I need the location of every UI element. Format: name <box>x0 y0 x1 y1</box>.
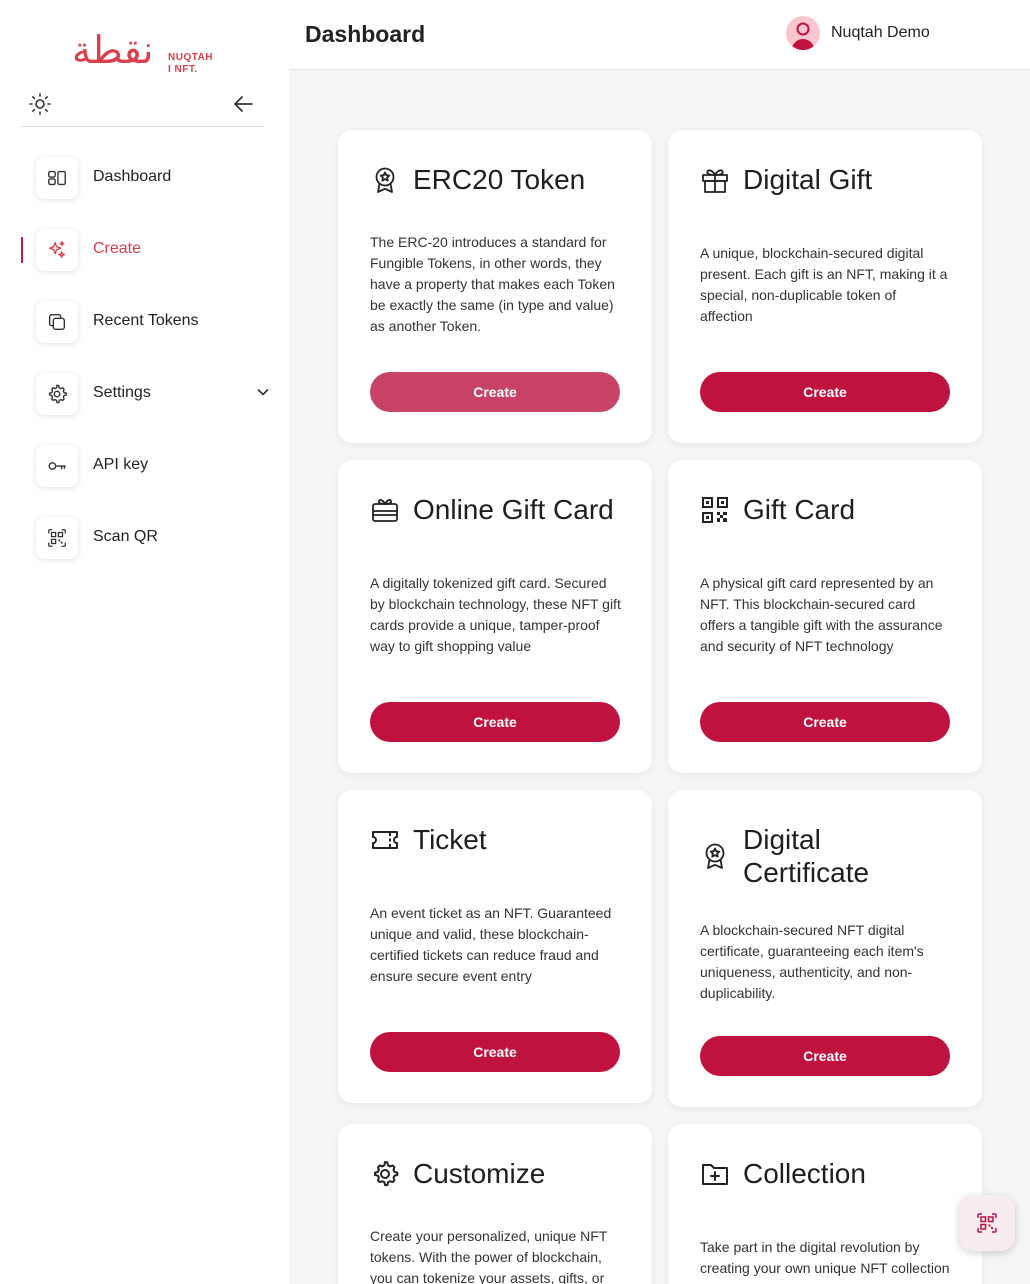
card-title: Customize <box>413 1158 546 1189</box>
card-header: Ticket <box>370 823 632 856</box>
key-icon <box>48 462 66 470</box>
sidebar-item-scan-qr[interactable]: Scan QR <box>0 516 289 560</box>
card-digital-gift: Digital Gift A unique, blockchain-secure… <box>668 130 982 443</box>
user-menu[interactable]: Nuqtah Demo <box>786 15 930 51</box>
brand-line2: I NFT. <box>168 64 198 75</box>
avatar <box>786 16 820 50</box>
card-title: Gift Card <box>743 494 856 525</box>
card-ticket: Ticket An event ticket as an NFT. Guaran… <box>338 790 652 1103</box>
sidebar-item-label: Settings <box>93 384 151 401</box>
card-header: Collection <box>700 1157 962 1190</box>
card-gift-card: Gift Card A physical gift card represent… <box>668 460 982 773</box>
card-customize: Customize Create your personalized, uniq… <box>338 1124 652 1284</box>
user-icon <box>791 22 815 50</box>
brand-latin: NUQTAH I NFT. <box>168 52 213 76</box>
create-button[interactable]: Create <box>370 1032 620 1072</box>
card-header: Digital Gift <box>700 163 962 196</box>
sidebar-item-create[interactable]: Create <box>0 228 289 272</box>
qr-scan-icon <box>48 529 66 547</box>
card-header: ERC20 Token <box>370 163 632 196</box>
sidebar-item-recent-tokens[interactable]: Recent Tokens <box>0 300 289 344</box>
card-title: Digital Certificate <box>743 824 870 888</box>
card-description: A blockchain-secured NFT digital certifi… <box>700 922 924 1001</box>
card-online-gift-card: Online Gift Card A digitally tokenized g… <box>338 460 652 773</box>
gift-icon <box>700 165 730 195</box>
sidebar-item-label: Dashboard <box>93 168 172 185</box>
card-header: Online Gift Card <box>370 493 632 526</box>
card-title: Ticket <box>413 824 487 855</box>
nav-icon-box <box>36 229 78 271</box>
card-description: Create your personalized, unique NFT tok… <box>370 1228 608 1284</box>
user-name: Nuqtah Demo <box>831 24 930 41</box>
create-button[interactable]: Create <box>700 372 950 412</box>
card-description: Take part in the digital revolution by c… <box>700 1239 950 1276</box>
card-header: Gift Card <box>700 493 962 526</box>
copy-icon <box>48 313 66 331</box>
nav-icon-box <box>36 301 78 343</box>
sidebar-item-label: API key <box>93 456 149 473</box>
sidebar-item-label: Recent Tokens <box>93 312 199 329</box>
card-description: The ERC-20 introduces a standard for Fun… <box>370 234 615 334</box>
certificate-icon <box>700 841 730 871</box>
card-description: A digitally tokenized gift card. Secured… <box>370 575 621 654</box>
card-title: Collection <box>743 1158 866 1189</box>
card-title: Online Gift Card <box>413 494 614 525</box>
gear-icon <box>48 384 67 404</box>
chevron-down-icon[interactable] <box>255 384 271 400</box>
sidebar-tools <box>20 88 265 127</box>
nav-icon-box <box>36 517 78 559</box>
sidebar: نقطة NUQTAH I NFT. Dashboard Create Rece… <box>0 0 289 1284</box>
brand-line1: NUQTAH <box>168 52 214 63</box>
page-title: Dashboard <box>305 21 426 47</box>
nav-icon-box <box>36 445 78 487</box>
create-button[interactable]: Create <box>700 1036 950 1076</box>
sidebar-item-api-key[interactable]: API key <box>0 444 289 488</box>
sun-icon[interactable] <box>28 92 52 116</box>
qr-code-icon <box>700 495 730 525</box>
arrow-left-icon[interactable] <box>232 92 256 116</box>
card-title: ERC20 Token <box>413 164 586 195</box>
qr-scan-icon <box>977 1213 997 1233</box>
create-button[interactable]: Create <box>370 702 620 742</box>
ticket-icon <box>370 825 400 855</box>
top-header: Dashboard Nuqtah Demo <box>289 0 1030 70</box>
card-description: An event ticket as an NFT. Guaranteed un… <box>370 905 612 984</box>
sidebar-item-label: Scan QR <box>93 528 158 545</box>
card-description: A physical gift card represented by an N… <box>700 575 943 654</box>
gift-card-icon <box>370 495 400 525</box>
active-indicator <box>21 237 23 263</box>
scan-qr-fab[interactable] <box>959 1195 1015 1251</box>
brand-logo[interactable]: نقطة NUQTAH I NFT. <box>72 22 213 86</box>
dashboard-icon <box>48 170 66 186</box>
card-description: A unique, blockchain-secured digital pre… <box>700 245 948 324</box>
sidebar-item-dashboard[interactable]: Dashboard <box>0 156 289 200</box>
create-button[interactable]: Create <box>700 702 950 742</box>
brand-arabic: نقطة <box>72 28 154 72</box>
card-header: Digital Certificate <box>700 823 940 889</box>
card-header: Customize <box>370 1157 632 1190</box>
card-erc20-token: ERC20 Token The ERC-20 introduces a stan… <box>338 130 652 443</box>
card-collection: Collection Take part in the digital revo… <box>668 1124 982 1284</box>
cog-icon <box>370 1159 400 1189</box>
badge-icon <box>370 165 400 195</box>
sidebar-item-label: Create <box>93 240 142 257</box>
folder-plus-icon <box>700 1159 730 1189</box>
card-title: Digital Gift <box>743 164 873 195</box>
card-digital-certificate: Digital Certificate A blockchain-secured… <box>668 790 982 1107</box>
nav-icon-box <box>36 373 78 415</box>
create-button[interactable]: Create <box>370 372 620 412</box>
sparkle-icon <box>48 241 66 259</box>
sidebar-item-settings[interactable]: Settings <box>0 372 289 416</box>
nav-icon-box <box>36 157 78 199</box>
